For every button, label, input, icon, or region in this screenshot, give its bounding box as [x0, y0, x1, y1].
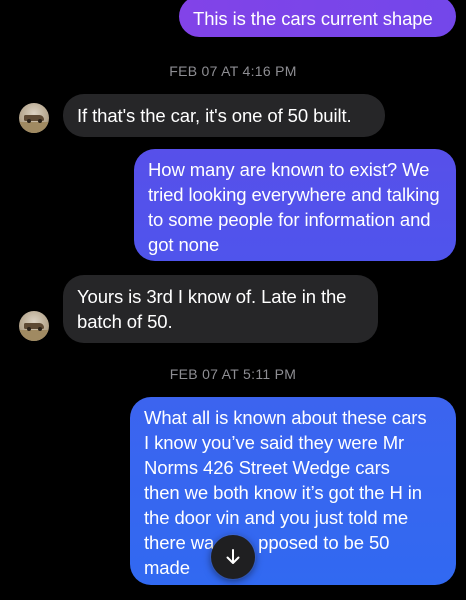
message-line: the door vin and you just told me — [144, 507, 409, 528]
message-line: there wa pposed to be 50 — [144, 530, 442, 555]
incoming-message[interactable]: If that's the car, it's one of 50 built. — [63, 94, 385, 137]
message-line: then we both know it’s got the H in — [144, 482, 422, 503]
message-line: made — [144, 557, 190, 578]
outgoing-message[interactable]: How many are known to exist? We tried lo… — [134, 149, 456, 261]
message-text: Yours is 3rd I know of. Late in the batc… — [77, 286, 347, 332]
message-text: How many are known to exist? We tried lo… — [148, 159, 440, 255]
message-fragment: there wa — [144, 532, 215, 553]
message-line: I know you’ve said they were Mr — [144, 432, 405, 453]
message-text: This is the cars current shape — [193, 8, 433, 29]
arrow-down-icon — [226, 549, 240, 564]
scroll-to-bottom-button[interactable] — [211, 535, 255, 579]
message-line: Norms 426 Street Wedge cars — [144, 457, 390, 478]
message-text: If that's the car, it's one of 50 built. — [77, 105, 352, 126]
message-fragment: pposed to be 50 — [258, 532, 390, 553]
avatar[interactable] — [19, 103, 49, 133]
message-line: What all is known about these cars — [144, 407, 427, 428]
timestamp: FEB 07 AT 4:16 PM — [169, 63, 297, 79]
timestamp: FEB 07 AT 5:11 PM — [169, 366, 297, 382]
incoming-message[interactable]: Yours is 3rd I know of. Late in the batc… — [63, 275, 378, 343]
avatar[interactable] — [19, 311, 49, 341]
outgoing-message[interactable]: This is the cars current shape — [179, 0, 456, 37]
outgoing-message[interactable]: What all is known about these cars I kno… — [130, 397, 456, 585]
